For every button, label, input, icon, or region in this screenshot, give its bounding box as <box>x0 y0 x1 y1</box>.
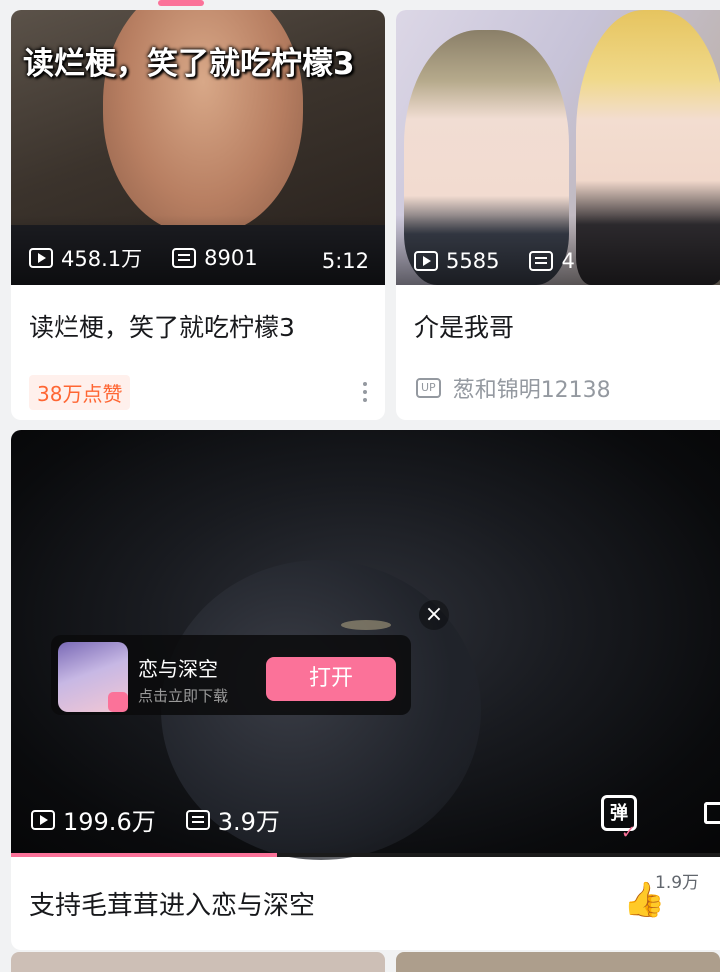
up-icon: UP <box>416 378 441 398</box>
danmaku-count: 4 <box>529 249 575 273</box>
more-icon[interactable] <box>363 382 367 386</box>
thumbnail-caption: 读烂梗，笑了就吃柠檬3 <box>23 46 355 82</box>
play-icon <box>414 251 438 271</box>
danmaku-icon <box>172 248 197 268</box>
ad-app-name: 恋与深空 <box>138 657 218 681</box>
open-app-button[interactable]: 打开 <box>266 657 396 701</box>
view-count: 5585 <box>414 249 499 273</box>
danmaku-count-text: 3.9万 <box>217 808 280 836</box>
app-badge-icon <box>108 692 128 712</box>
ad-subtitle: 点击立即下载 <box>138 687 229 705</box>
featured-video-card[interactable]: × 恋与深空 点击立即下载 打开 199.6万 3.9万 弹 ✓ 支持毛茸茸进入… <box>11 430 720 950</box>
app-ad-banner[interactable]: 恋与深空 点击立即下载 打开 <box>51 635 411 715</box>
video-thumbnail[interactable]: 读烂梗，笑了就吃柠檬3 458.1万 8901 5:12 <box>11 10 385 285</box>
video-title[interactable]: 介是我哥 <box>414 308 514 344</box>
uploader-row[interactable]: UP 葱和锦明12138 <box>416 372 611 404</box>
featured-video-player[interactable]: × 恋与深空 点击立即下载 打开 199.6万 3.9万 弹 ✓ <box>11 430 720 860</box>
video-stats: 458.1万 8901 <box>29 243 288 273</box>
active-tab-indicator <box>158 0 204 6</box>
playback-progress-fill <box>11 853 278 857</box>
view-count-text: 199.6万 <box>63 808 156 836</box>
likes-badge: 38万点赞 <box>29 375 131 410</box>
next-card-right-peek <box>396 952 720 972</box>
next-card-left-peek <box>11 952 385 972</box>
play-icon <box>31 809 55 830</box>
playback-progress-track[interactable] <box>11 853 720 857</box>
uploader-name[interactable]: 葱和锦明12138 <box>453 372 611 404</box>
video-card-2[interactable]: 5585 4 介是我哥 UP 葱和锦明12138 <box>396 10 720 420</box>
video-card-1[interactable]: 读烂梗，笑了就吃柠檬3 458.1万 8901 5:12 读烂梗，笑了就吃柠檬3… <box>11 10 385 420</box>
close-icon[interactable]: × <box>419 600 449 630</box>
video-duration: 5:12 <box>321 249 369 273</box>
danmaku-icon <box>529 251 554 271</box>
featured-video-title[interactable]: 支持毛茸茸进入恋与深空 <box>29 885 315 922</box>
play-icon <box>29 248 53 268</box>
volume-icon[interactable] <box>704 802 720 824</box>
video-frame-eye <box>341 620 391 630</box>
featured-video-stats: 199.6万 3.9万 <box>31 802 310 837</box>
view-count-text: 458.1万 <box>61 247 143 271</box>
danmaku-count: 3.9万 <box>185 802 280 837</box>
video-title[interactable]: 读烂梗，笑了就吃柠檬3 <box>29 308 295 344</box>
like-count: 1.9万 <box>655 873 700 893</box>
video-stats: 5585 4 <box>414 249 605 273</box>
app-icon[interactable] <box>58 642 128 712</box>
view-count-text: 5585 <box>446 249 500 273</box>
danmaku-check-icon: ✓ <box>621 822 637 843</box>
danmaku-count-text: 8901 <box>204 246 258 270</box>
view-count: 199.6万 <box>31 802 156 837</box>
danmaku-icon <box>185 809 210 830</box>
danmaku-count-text: 4 <box>561 249 575 273</box>
view-count: 458.1万 <box>29 243 142 273</box>
video-thumbnail[interactable]: 5585 4 <box>396 10 720 285</box>
danmaku-count: 8901 <box>172 246 258 270</box>
